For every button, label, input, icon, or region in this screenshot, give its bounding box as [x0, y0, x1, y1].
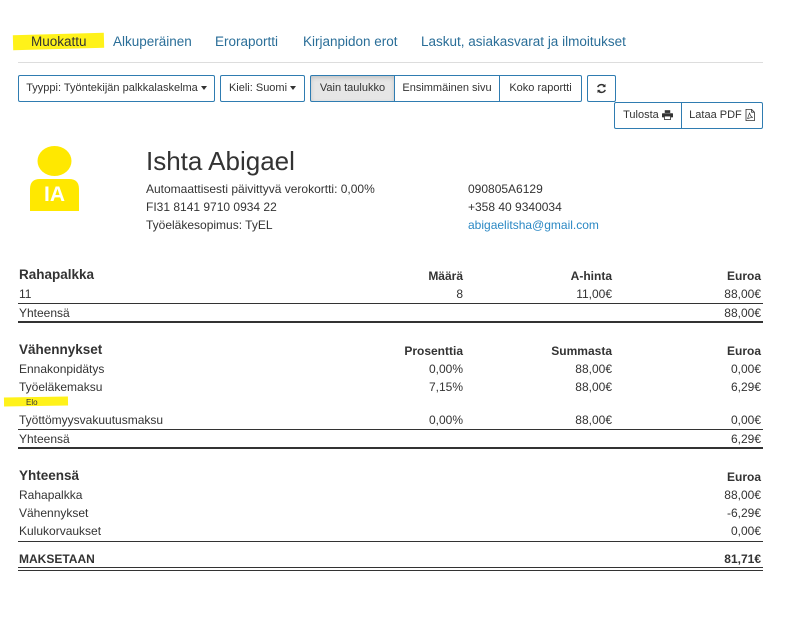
row-base: 88,00€: [575, 362, 612, 376]
deductions-total-label: Yhteensä: [19, 432, 70, 446]
deductions-section-title: Vähennykset: [19, 342, 103, 357]
refresh-icon: [597, 83, 606, 93]
tab-laskut[interactable]: Laskut, asiakasvarat ja ilmoitukset: [421, 34, 626, 49]
row-base: 88,00€: [575, 380, 612, 394]
caret-down-icon: [290, 86, 297, 91]
view-table-only-button[interactable]: Vain taulukko: [310, 75, 395, 102]
column-header-euros: Euroa: [726, 344, 761, 358]
row-total: 6,29€: [730, 380, 761, 394]
row-percent: 7,15%: [428, 380, 463, 394]
salary-section-title: Rahapalkka: [19, 267, 95, 282]
row-base: 88,00€: [575, 413, 612, 427]
language-dropdown[interactable]: Kieli: Suomi: [220, 75, 305, 102]
pension-agreement: Työeläkesopimus: TyEL: [146, 218, 273, 232]
row-value: -6,29€: [726, 506, 761, 520]
net-pay-value: 81,71€: [724, 552, 761, 566]
language-dropdown-label: Kieli: Suomi: [228, 82, 288, 94]
deductions-total-value: 6,29€: [730, 432, 761, 446]
download-pdf-label: Lataa PDF: [689, 109, 742, 121]
divider: [18, 570, 763, 571]
type-dropdown[interactable]: Tyyppi: Työntekijän palkkalaskelma: [18, 75, 215, 102]
net-pay-label: MAKSETAAN: [19, 552, 95, 566]
avatar-initials: IA: [44, 183, 65, 206]
column-header-unit-price: A-hinta: [570, 269, 612, 283]
print-button[interactable]: Tulosta: [614, 102, 682, 129]
printer-icon: [661, 110, 673, 120]
divider: [18, 447, 763, 449]
row-label: Kulukorvaukset: [19, 524, 102, 538]
type-dropdown-label: Tyyppi: Työntekijän palkkalaskelma: [26, 82, 198, 94]
tax-card-info: Automaattisesti päivittyvä verokortti: 0…: [146, 182, 375, 196]
caret-down-icon: [200, 86, 207, 91]
row-label: Työeläkemaksu: [19, 380, 103, 394]
row-total: 0,00€: [730, 413, 761, 427]
row-percent: 0,00%: [428, 362, 463, 376]
divider: [18, 429, 763, 430]
row-total: 0,00€: [730, 362, 761, 376]
column-header-euros: Euroa: [726, 470, 761, 484]
view-full-report-button[interactable]: Koko raportti: [499, 75, 582, 102]
row-label: Ennakonpidätys: [19, 362, 105, 376]
row-label: Rahapalkka: [19, 488, 83, 502]
row-label: 11: [19, 287, 32, 301]
phone-number: +358 40 9340034: [468, 200, 562, 214]
divider: [18, 321, 763, 323]
tab-kirjanpidon-erot[interactable]: Kirjanpidon erot: [303, 34, 398, 49]
salary-total-label: Yhteensä: [19, 306, 70, 320]
row-total: 88,00€: [724, 287, 761, 301]
row-percent: 0,00%: [428, 413, 463, 427]
refresh-button[interactable]: [587, 75, 616, 102]
pdf-file-icon: [745, 109, 755, 122]
divider: [18, 303, 763, 304]
report-tabs: [18, 0, 763, 63]
summary-section-title: Yhteensä: [19, 468, 80, 483]
row-value: 0,00€: [730, 524, 761, 538]
row-unit-price: 11,00€: [576, 287, 612, 301]
column-header-base: Summasta: [551, 344, 612, 358]
view-first-page-button[interactable]: Ensimmäinen sivu: [394, 75, 500, 102]
divider: [18, 541, 763, 542]
divider: [18, 567, 763, 568]
row-label: Työttömyysvakuutusmaksu: [19, 413, 164, 427]
column-header-amount: Määrä: [428, 269, 463, 283]
pension-provider-note: Elo: [26, 398, 38, 407]
column-header-percent: Prosenttia: [404, 344, 463, 358]
bank-account: FI31 8141 9710 0934 22: [146, 200, 277, 214]
row-amount: 8: [456, 287, 463, 301]
personal-id: 090805A6129: [468, 182, 543, 196]
column-header-euros: Euroa: [726, 269, 761, 283]
row-label: Vähennykset: [19, 506, 89, 520]
print-label: Tulosta: [623, 109, 659, 121]
email-link[interactable]: abigaelitsha@gmail.com: [468, 218, 599, 232]
row-value: 88,00€: [724, 488, 761, 502]
download-pdf-button[interactable]: Lataa PDF: [681, 102, 763, 129]
tab-eroraportti[interactable]: Eroraportti: [215, 34, 278, 49]
tab-muokattu[interactable]: Muokattu: [31, 34, 87, 49]
tab-alkuperainen[interactable]: Alkuperäinen: [113, 34, 192, 49]
employee-name: Ishta Abigael: [146, 146, 295, 176]
salary-total-value: 88,00€: [724, 306, 761, 320]
